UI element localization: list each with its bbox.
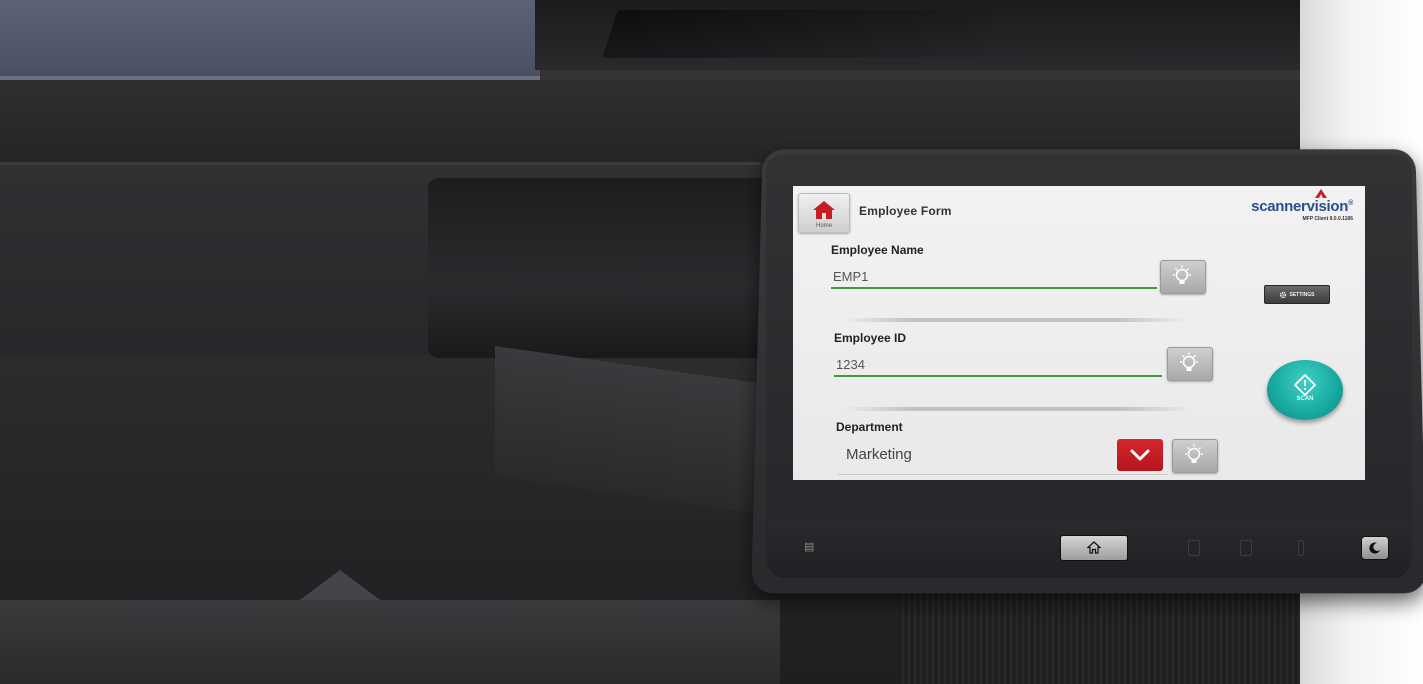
scanner-lid <box>0 0 540 78</box>
employee-id-input[interactable] <box>834 353 1162 377</box>
field-divider <box>841 318 1187 322</box>
lightbulb-icon <box>1185 444 1203 463</box>
employee-id-label: Employee ID <box>834 331 907 345</box>
form-title: Employee Form <box>859 204 952 218</box>
paper-drawer-handle <box>300 570 380 600</box>
employee-name-input[interactable] <box>831 265 1157 289</box>
hardware-indicator <box>1298 540 1304 556</box>
field-divider <box>843 407 1191 411</box>
department-select-value[interactable]: Marketing <box>846 446 912 463</box>
home-icon <box>813 201 835 219</box>
touch-screen: Home Employee Form scannervision® MFP Cl… <box>793 186 1365 480</box>
printer-stand <box>900 585 1320 684</box>
nfc-icon: ▤ <box>804 541 815 553</box>
hardware-home-key[interactable] <box>1060 535 1128 561</box>
employee-name-label: Employee Name <box>831 243 924 257</box>
home-icon <box>1087 541 1101 554</box>
brand-logo: scannervision® MFP Client 9.0.0.1186 <box>1251 189 1354 222</box>
document-feeder-tray <box>602 10 998 58</box>
client-version: MFP Client 9.0.0.1186 <box>1302 216 1354 222</box>
sleep-icon <box>1369 542 1380 554</box>
employee-name-hint-button[interactable] <box>1160 260 1206 294</box>
department-label: Department <box>836 420 903 434</box>
start-icon <box>1294 374 1316 396</box>
department-dropdown-button[interactable] <box>1117 439 1163 471</box>
paper-exit-slot <box>428 178 768 358</box>
settings-button[interactable]: SETTINGS <box>1264 285 1330 304</box>
paper-drawer <box>0 600 780 684</box>
gear-icon <box>1280 291 1287 298</box>
brand-name-text: scannervision <box>1251 198 1349 215</box>
department-underline <box>838 474 1168 475</box>
brand-mark-icon <box>1315 189 1327 198</box>
settings-button-label: SETTINGS <box>1289 291 1315 298</box>
lightbulb-icon <box>1180 352 1198 371</box>
hardware-indicator <box>1188 540 1200 556</box>
hardware-indicator <box>1240 540 1252 556</box>
hardware-power-key[interactable] <box>1361 536 1389 560</box>
brand-registered-mark: ® <box>1348 200 1353 207</box>
department-hint-button[interactable] <box>1172 439 1218 473</box>
chevron-down-icon <box>1130 449 1150 461</box>
scan-button[interactable]: SCAN <box>1267 360 1343 420</box>
scan-button-label: SCAN <box>1296 396 1314 402</box>
home-button-label: Home <box>815 223 832 229</box>
home-button[interactable]: Home <box>798 193 850 233</box>
employee-id-hint-button[interactable] <box>1167 347 1213 381</box>
lightbulb-icon <box>1173 265 1191 284</box>
brand-name: scannervision® <box>1251 189 1353 215</box>
